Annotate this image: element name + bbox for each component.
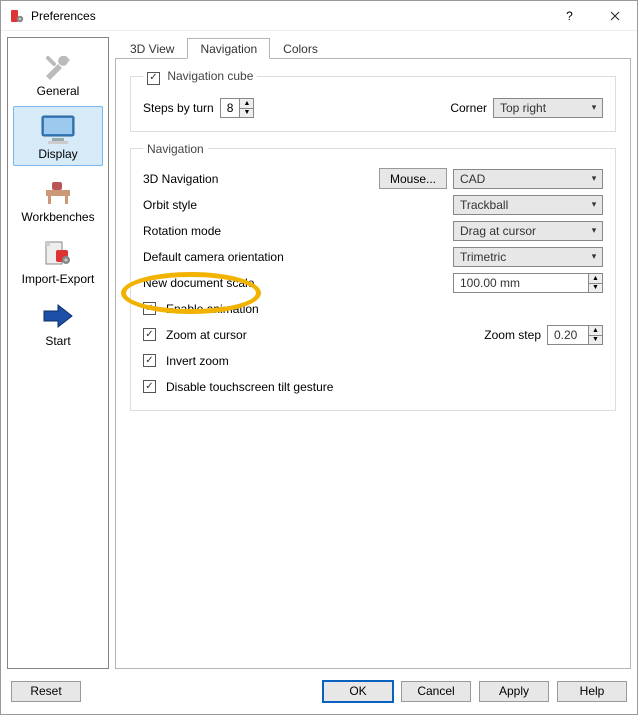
monitor-icon bbox=[38, 111, 78, 147]
reset-button[interactable]: Reset bbox=[11, 681, 81, 702]
sidebar-item-label: Workbenches bbox=[21, 210, 94, 224]
zoom-step-input[interactable]: 0.20 ▲ ▼ bbox=[547, 325, 603, 345]
help-dialog-button[interactable]: Help bbox=[557, 681, 627, 702]
chevron-down-icon: ▾ bbox=[586, 199, 602, 210]
sidebar-item-label: Import-Export bbox=[22, 272, 95, 286]
import-export-icon bbox=[38, 236, 78, 272]
sidebar-item-general[interactable]: General bbox=[13, 44, 103, 102]
camera-label: Default camera orientation bbox=[143, 250, 284, 264]
apply-button[interactable]: Apply bbox=[479, 681, 549, 702]
steps-label: Steps by turn bbox=[143, 101, 214, 115]
spin-down-icon[interactable]: ▼ bbox=[588, 335, 602, 344]
zoom-step-label: Zoom step bbox=[484, 328, 541, 342]
scale-label: New document scale bbox=[143, 276, 254, 290]
navcube-legend: Navigation cube bbox=[167, 69, 253, 83]
navcube-group: Navigation cube Steps by turn 8 ▲ ▼ Corn… bbox=[130, 69, 616, 132]
navcube-checkbox[interactable] bbox=[147, 72, 160, 85]
arrow-right-icon bbox=[38, 298, 78, 334]
camera-combo[interactable]: Trimetric ▾ bbox=[453, 247, 603, 267]
disable-tilt-checkbox[interactable] bbox=[143, 380, 156, 393]
sidebar-item-label: Display bbox=[38, 147, 77, 161]
nav3d-combo[interactable]: CAD ▾ bbox=[453, 169, 603, 189]
tabs: 3D View Navigation Colors bbox=[115, 37, 631, 59]
invert-zoom-label: Invert zoom bbox=[166, 354, 229, 368]
rot-combo[interactable]: Drag at cursor ▾ bbox=[453, 221, 603, 241]
tab-3d-view[interactable]: 3D View bbox=[117, 38, 187, 59]
zoom-step-value: 0.20 bbox=[548, 328, 588, 342]
ok-button[interactable]: OK bbox=[323, 681, 393, 702]
nav3d-value: CAD bbox=[454, 172, 586, 186]
sidebar-item-import-export[interactable]: Import-Export bbox=[13, 232, 103, 290]
rot-label: Rotation mode bbox=[143, 224, 221, 238]
spin-down-icon[interactable]: ▼ bbox=[239, 108, 253, 117]
orbit-label: Orbit style bbox=[143, 198, 197, 212]
zoom-cursor-checkbox[interactable] bbox=[143, 328, 156, 341]
corner-label: Corner bbox=[450, 101, 487, 115]
spin-down-icon[interactable]: ▼ bbox=[588, 283, 602, 292]
tab-colors[interactable]: Colors bbox=[270, 38, 331, 59]
tab-navigation[interactable]: Navigation bbox=[187, 38, 270, 59]
close-button[interactable] bbox=[592, 1, 637, 31]
disable-tilt-label: Disable touchscreen tilt gesture bbox=[166, 380, 333, 394]
dialog-footer: Reset OK Cancel Apply Help bbox=[1, 675, 637, 707]
chevron-down-icon: ▾ bbox=[586, 251, 602, 262]
steps-value: 8 bbox=[221, 101, 240, 115]
enable-animation-label: Enable animation bbox=[166, 302, 259, 316]
enable-animation-checkbox[interactable] bbox=[143, 302, 156, 315]
corner-combo[interactable]: Top right ▾ bbox=[493, 98, 603, 118]
zoom-cursor-label: Zoom at cursor bbox=[166, 328, 247, 342]
main-panel: 3D View Navigation Colors Navigation cub… bbox=[115, 37, 631, 669]
sidebar-item-label: Start bbox=[45, 334, 70, 348]
steps-spin[interactable]: 8 ▲ ▼ bbox=[220, 98, 255, 118]
cancel-button[interactable]: Cancel bbox=[401, 681, 471, 702]
nav3d-label: 3D Navigation bbox=[143, 172, 218, 186]
chevron-down-icon: ▾ bbox=[586, 102, 602, 113]
workbench-icon bbox=[38, 174, 78, 210]
spin-up-icon[interactable]: ▲ bbox=[588, 274, 602, 283]
tab-panel-navigation: Navigation cube Steps by turn 8 ▲ ▼ Corn… bbox=[115, 59, 631, 669]
rot-value: Drag at cursor bbox=[454, 224, 586, 238]
sidebar-item-start[interactable]: Start bbox=[13, 294, 103, 352]
navigation-group: Navigation 3D Navigation Mouse... CAD ▾ … bbox=[130, 142, 616, 411]
sidebar-item-workbenches[interactable]: Workbenches bbox=[13, 170, 103, 228]
orbit-combo[interactable]: Trackball ▾ bbox=[453, 195, 603, 215]
spin-up-icon[interactable]: ▲ bbox=[588, 326, 602, 335]
tools-icon bbox=[38, 48, 78, 84]
invert-zoom-checkbox[interactable] bbox=[143, 354, 156, 367]
corner-value: Top right bbox=[494, 101, 586, 115]
sidebar-item-label: General bbox=[37, 84, 80, 98]
category-sidebar: General Display Workbenches Import-Expor… bbox=[7, 37, 109, 669]
spin-up-icon[interactable]: ▲ bbox=[239, 99, 253, 108]
orbit-value: Trackball bbox=[454, 198, 586, 212]
help-button[interactable]: ? bbox=[547, 1, 592, 31]
window-title: Preferences bbox=[31, 9, 547, 23]
scale-input[interactable]: 100.00 mm ▲ ▼ bbox=[453, 273, 603, 293]
scale-value: 100.00 mm bbox=[454, 276, 588, 290]
sidebar-item-display[interactable]: Display bbox=[13, 106, 103, 166]
chevron-down-icon: ▾ bbox=[586, 173, 602, 184]
app-icon bbox=[9, 8, 25, 24]
navigation-legend: Navigation bbox=[143, 142, 208, 156]
chevron-down-icon: ▾ bbox=[586, 225, 602, 236]
titlebar: Preferences ? bbox=[1, 1, 637, 31]
camera-value: Trimetric bbox=[454, 250, 586, 264]
mouse-button[interactable]: Mouse... bbox=[379, 168, 447, 189]
